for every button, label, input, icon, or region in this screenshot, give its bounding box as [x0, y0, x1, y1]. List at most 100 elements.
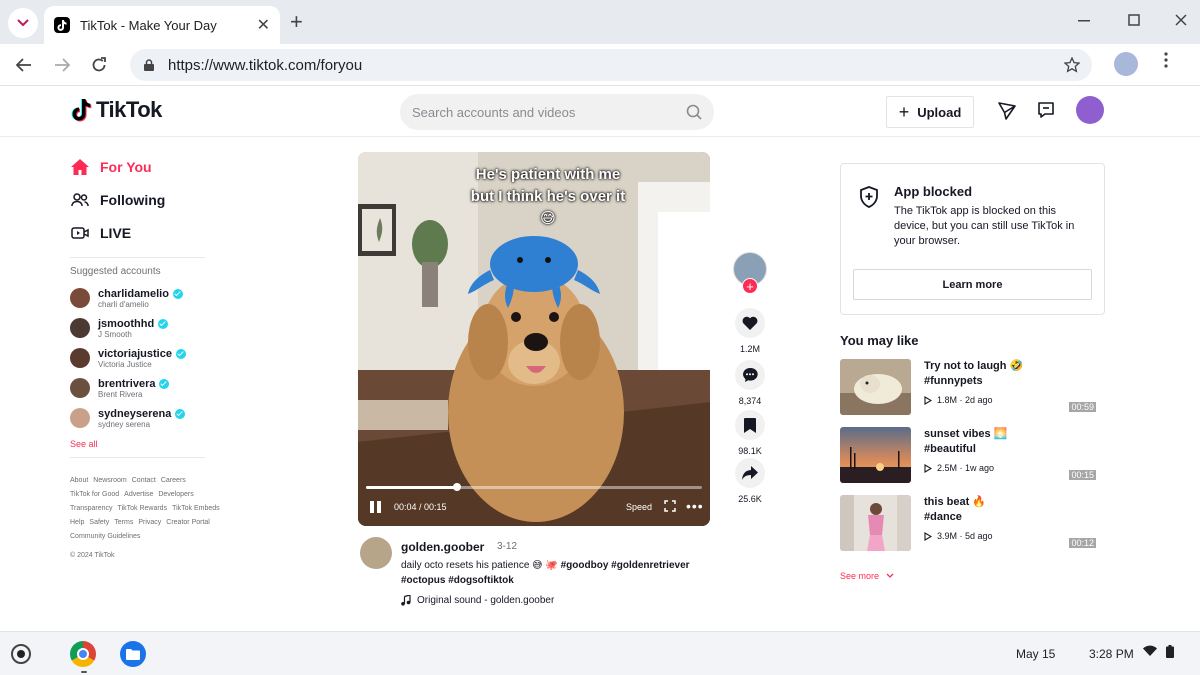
- search-icon[interactable]: [686, 104, 702, 120]
- shelf-time[interactable]: 3:28 PM: [1089, 647, 1134, 661]
- video-title: this beat 🔥: [924, 496, 986, 508]
- search-input[interactable]: Search accounts and videos: [400, 94, 714, 130]
- suggested-account[interactable]: charlidamelio charli d'amelio: [70, 283, 210, 313]
- verified-icon: [158, 318, 169, 329]
- upload-button[interactable]: + Upload: [886, 96, 974, 128]
- star-icon[interactable]: [1064, 57, 1080, 73]
- plus-icon: +: [898, 101, 910, 122]
- description-text: daily octo resets his patience 😅 🐙: [401, 560, 558, 571]
- poster-avatar[interactable]: [360, 537, 392, 569]
- post-sound[interactable]: Original sound - golden.goober: [401, 595, 554, 606]
- chrome-icon[interactable]: [70, 641, 96, 667]
- comment-action[interactable]: 8,374: [733, 360, 767, 406]
- suggested-account[interactable]: brentrivera Brent Rivera: [70, 373, 210, 403]
- speed-button[interactable]: Speed: [626, 502, 652, 512]
- video-progress-bar[interactable]: [366, 483, 702, 491]
- address-bar[interactable]: https://www.tiktok.com/foryou: [130, 49, 1092, 81]
- nav-for-you[interactable]: For You: [70, 150, 210, 183]
- tiktok-logo[interactable]: TikTok: [70, 97, 162, 123]
- account-name: J Smooth: [98, 329, 132, 339]
- reload-button[interactable]: [87, 53, 111, 77]
- save-action[interactable]: 98.1K: [733, 410, 767, 456]
- browser-tab[interactable]: TikTok - Make Your Day ✕: [44, 6, 280, 44]
- footer-link[interactable]: Contact: [132, 477, 156, 484]
- footer-link[interactable]: Creator Portal: [166, 519, 210, 526]
- suggested-account[interactable]: victoriajustice Victoria Justice: [70, 343, 210, 373]
- minimize-icon[interactable]: [1078, 20, 1090, 22]
- footer-link[interactable]: TikTok Embeds: [172, 505, 220, 512]
- forward-button[interactable]: [50, 53, 74, 77]
- footer-link[interactable]: TikTok for Good: [70, 491, 119, 498]
- more-vert-icon[interactable]: [1164, 52, 1168, 68]
- nav-following[interactable]: Following: [70, 183, 210, 216]
- files-icon[interactable]: [120, 641, 146, 667]
- hashtags[interactable]: #goodboy #goldenretriever: [561, 560, 690, 571]
- video-tag: #beautiful: [924, 443, 976, 455]
- hashtags[interactable]: #octopus #dogsoftiktok: [401, 575, 514, 586]
- recommended-video[interactable]: 00:15 sunset vibes 🌅 #beautiful 2.5M · 1w…: [840, 427, 1100, 483]
- avatar: [70, 378, 90, 398]
- upload-label: Upload: [917, 104, 962, 120]
- maximize-icon[interactable]: [1128, 14, 1140, 26]
- see-all-link[interactable]: See all: [70, 439, 210, 449]
- tiktok-header: TikTok Search accounts and videos + Uplo…: [0, 87, 1200, 137]
- poster-username[interactable]: golden.goober: [401, 540, 484, 554]
- footer-link[interactable]: Privacy: [138, 519, 161, 526]
- footer-link[interactable]: Terms: [114, 519, 133, 526]
- recommended-video[interactable]: 00:59 Try not to laugh 🤣 #funnypets 1.8M …: [840, 359, 1100, 415]
- new-tab-button[interactable]: +: [290, 11, 303, 33]
- suggested-account[interactable]: sydneyserena sydney serena: [70, 403, 210, 433]
- tab-search-button[interactable]: [8, 8, 38, 38]
- learn-more-button[interactable]: Learn more: [853, 269, 1092, 300]
- footer-link[interactable]: TikTok Rewards: [118, 505, 168, 512]
- wifi-icon[interactable]: [1143, 645, 1157, 657]
- more-options-icon[interactable]: •••: [686, 498, 704, 514]
- shelf-date[interactable]: May 15: [1016, 647, 1055, 661]
- post-date: 3-12: [497, 541, 518, 552]
- footer-link[interactable]: Newsroom: [93, 477, 126, 484]
- browser-profile-avatar[interactable]: [1114, 52, 1138, 76]
- see-more-link[interactable]: See more: [840, 571, 894, 581]
- verified-icon: [175, 408, 186, 419]
- video-age: 2d ago: [965, 395, 993, 405]
- footer-link[interactable]: Help: [70, 519, 84, 526]
- video-duration: 00:12: [1069, 538, 1096, 548]
- close-tab-icon[interactable]: ✕: [257, 15, 270, 35]
- video-time: 00:04 / 00:15: [394, 502, 447, 512]
- footer-link[interactable]: Developers: [158, 491, 193, 498]
- like-action[interactable]: 1.2M: [733, 308, 767, 354]
- follow-plus-icon[interactable]: +: [742, 278, 758, 294]
- footer-link[interactable]: Careers: [161, 477, 186, 484]
- footer-link[interactable]: About: [70, 477, 88, 484]
- inbox-icon[interactable]: [1037, 101, 1055, 119]
- nav-label: Following: [100, 191, 166, 208]
- footer-link[interactable]: Transparency: [70, 505, 113, 512]
- video-duration: 00:59: [1069, 402, 1096, 412]
- share-action[interactable]: 25.6K: [733, 458, 767, 504]
- pause-icon[interactable]: [370, 501, 382, 513]
- video-player[interactable]: He's patient with me but I think he's ov…: [358, 152, 710, 526]
- nav-live[interactable]: LIVE: [70, 216, 210, 249]
- send-icon[interactable]: [997, 101, 1017, 121]
- close-window-icon[interactable]: [1175, 14, 1187, 26]
- play-icon: [924, 463, 932, 473]
- tab-title: TikTok - Make Your Day: [80, 17, 217, 33]
- fullscreen-icon[interactable]: [664, 500, 676, 512]
- footer-link[interactable]: Community Guidelines: [70, 533, 140, 540]
- recommended-video[interactable]: 00:12 this beat 🔥 #dance 3.9M · 5d ago: [840, 495, 1100, 551]
- account-username: jsmoothhd: [98, 317, 155, 330]
- launcher-icon[interactable]: [11, 644, 31, 664]
- user-avatar[interactable]: [1076, 96, 1104, 124]
- footer-link[interactable]: Safety: [89, 519, 109, 526]
- footer-link[interactable]: Advertise: [124, 491, 153, 498]
- back-button[interactable]: [12, 53, 36, 77]
- video-views: 1.8M: [937, 395, 958, 405]
- play-icon: [924, 395, 932, 405]
- video-views: 2.5M: [937, 463, 958, 473]
- account-username: sydneyserena: [98, 407, 172, 420]
- battery-icon[interactable]: [1166, 645, 1174, 658]
- video-thumbnail: [840, 427, 911, 483]
- logo-text: TikTok: [96, 97, 162, 122]
- suggested-account[interactable]: jsmoothhd J Smooth: [70, 313, 210, 343]
- progress-knob[interactable]: [452, 483, 461, 491]
